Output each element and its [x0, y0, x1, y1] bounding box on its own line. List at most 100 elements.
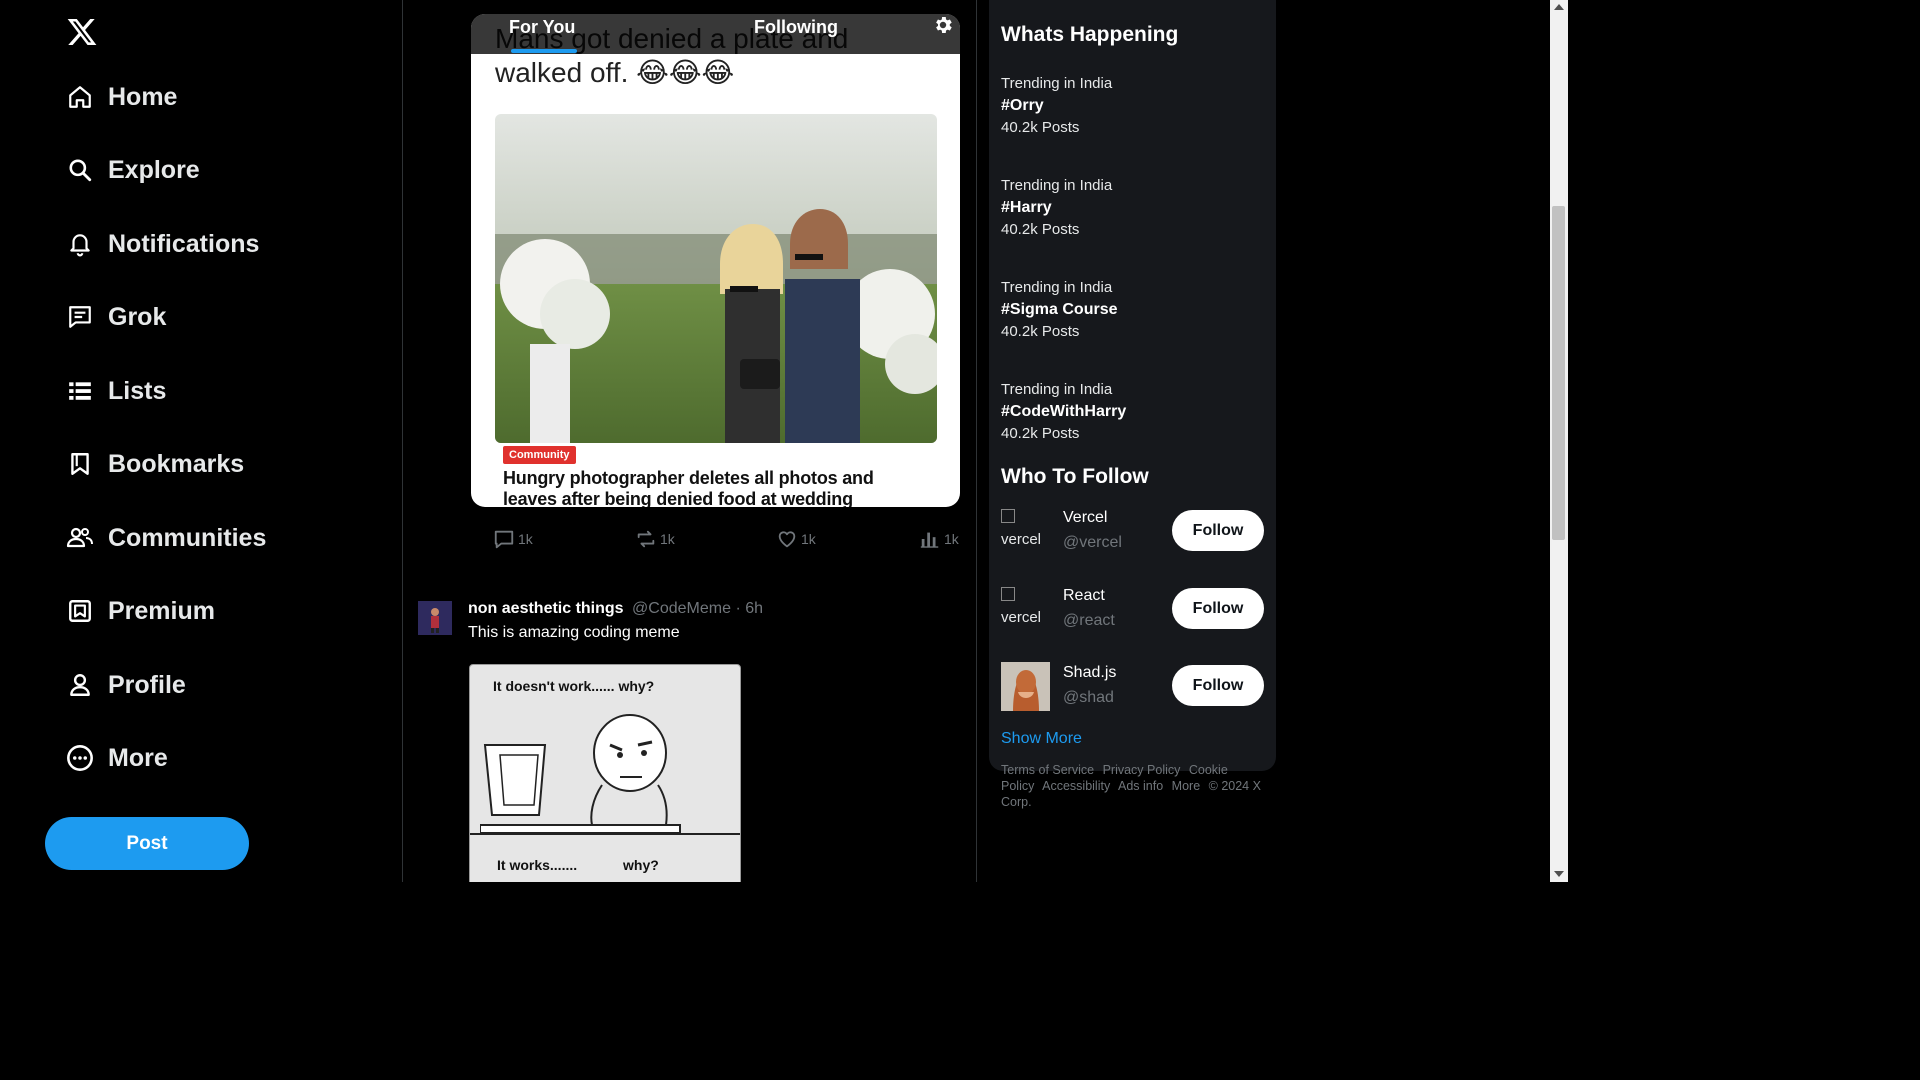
footer-link-ads[interactable]: Ads info [1118, 779, 1163, 793]
people-icon [66, 524, 94, 552]
post-photo[interactable] [495, 114, 937, 443]
footer-link-accessibility[interactable]: Accessibility [1042, 779, 1110, 793]
meme-text-bottom-left: It works....... [497, 857, 578, 873]
like-count: 1k [801, 531, 816, 547]
message-icon [66, 303, 94, 331]
scroll-down-arrow-icon[interactable] [1554, 871, 1564, 877]
tweet-header: non aesthetic things @CodeMeme · 6h [468, 600, 763, 618]
follow-suggestion[interactable]: Shad.js @shad Follow [1001, 662, 1264, 712]
author-handle[interactable]: @CodeMeme [632, 600, 731, 617]
trend-context: Trending in India [1001, 75, 1113, 92]
show-more-link[interactable]: Show More [1001, 730, 1082, 748]
avatar[interactable]: vercel [1001, 507, 1050, 556]
trend-count: 40.2k Posts [1001, 221, 1080, 238]
trend-context: Trending in India [1001, 177, 1113, 194]
follow-suggestion[interactable]: vercel React @react Follow [1001, 585, 1264, 635]
avatar[interactable] [418, 601, 452, 635]
post-button[interactable]: Post [45, 817, 249, 870]
nav-premium[interactable]: Premium [66, 591, 215, 631]
suggestion-name[interactable]: Vercel [1063, 509, 1107, 527]
trending-title: Whats Happening [1001, 23, 1179, 46]
category-chip: Community [503, 446, 576, 464]
tab-following[interactable]: Following [754, 17, 838, 38]
trend-item[interactable]: Trending in India #CodeWithHarry 40.2k P… [1001, 379, 1261, 445]
more-circle-icon [66, 744, 94, 772]
trend-item[interactable]: Trending in India #Harry 40.2k Posts [1001, 175, 1261, 241]
x-logo-icon[interactable] [66, 16, 98, 48]
tweet-text: This is amazing coding meme [468, 624, 680, 641]
left-navigation: Home Explore Notifications Grok Lists Bo… [0, 0, 402, 882]
meme-text-top: It doesn't work...... why? [493, 678, 655, 694]
nav-label: Bookmarks [108, 449, 245, 478]
views-button[interactable]: 1k [919, 528, 959, 550]
nav-home[interactable]: Home [66, 77, 177, 117]
suggestion-handle[interactable]: @react [1063, 612, 1115, 630]
follow-button[interactable]: Follow [1172, 665, 1264, 706]
nav-label: Premium [108, 596, 215, 625]
nav-grok[interactable]: Grok [66, 297, 166, 337]
nav-label: Communities [108, 523, 267, 552]
tab-for-you[interactable]: For You [509, 17, 575, 38]
trend-item[interactable]: Trending in India #Orry 40.2k Posts [1001, 73, 1261, 139]
nav-more[interactable]: More [66, 738, 168, 778]
follow-button[interactable]: Follow [1172, 510, 1264, 551]
reply-count: 1k [518, 531, 533, 547]
footer-link-privacy[interactable]: Privacy Policy [1103, 763, 1181, 777]
premium-icon [66, 597, 94, 625]
tweet-time[interactable]: 6h [745, 600, 763, 617]
avatar-alt-text: vercel [1001, 531, 1042, 548]
nav-label: Home [108, 82, 178, 111]
trend-tag: #Sigma Course [1001, 301, 1118, 318]
post-media-card[interactable]: Mans got denied a plate and walked off. … [471, 14, 960, 507]
right-sidebar: Whats Happening Trending in India #Orry … [989, 0, 1276, 771]
suggestion-name[interactable]: React [1063, 587, 1105, 605]
trend-count: 40.2k Posts [1001, 119, 1080, 136]
like-button[interactable]: 1k [776, 528, 816, 550]
nav-label: Lists [108, 376, 167, 405]
suggestion-handle[interactable]: @shad [1063, 689, 1114, 707]
follow-suggestion[interactable]: vercel Vercel @vercel Follow [1001, 507, 1264, 557]
nav-bookmarks[interactable]: Bookmarks [66, 444, 244, 484]
footer-link-terms[interactable]: Terms of Service [1001, 763, 1094, 777]
meme-text-bottom-right: why? [623, 857, 659, 873]
repost-button[interactable]: 1k [635, 528, 675, 550]
trend-tag: #Harry [1001, 199, 1052, 216]
avatar-alt-text: vercel [1001, 609, 1042, 626]
footer-link-more[interactable]: More [1172, 779, 1200, 793]
suggestion-handle[interactable]: @vercel [1063, 534, 1122, 552]
nav-communities[interactable]: Communities [66, 518, 266, 558]
avatar[interactable]: vercel [1001, 585, 1050, 634]
broken-image-icon [1001, 587, 1015, 601]
avatar[interactable] [1001, 662, 1050, 711]
scroll-up-arrow-icon[interactable] [1554, 4, 1564, 10]
trend-tag: #CodeWithHarry [1001, 403, 1127, 420]
trend-context: Trending in India [1001, 279, 1113, 296]
nav-profile[interactable]: Profile [66, 665, 186, 705]
trend-tag: #Orry [1001, 97, 1044, 114]
footer-links: Terms of Service Privacy Policy Cookie P… [1001, 762, 1263, 810]
home-icon [66, 83, 94, 111]
post-actions: 1k 1k 1k 1k [493, 528, 968, 552]
nav-label: Explore [108, 155, 200, 184]
nav-lists[interactable]: Lists [66, 371, 166, 411]
trend-count: 40.2k Posts [1001, 425, 1080, 442]
feed-tabs: For You Following [471, 14, 960, 54]
trend-item[interactable]: Trending in India #Sigma Course 40.2k Po… [1001, 277, 1261, 343]
follow-button[interactable]: Follow [1172, 588, 1264, 629]
reply-button[interactable]: 1k [493, 528, 533, 550]
nav-explore[interactable]: Explore [66, 150, 200, 190]
nav-label: More [108, 743, 168, 772]
meta-separator: · [735, 600, 741, 617]
trend-context: Trending in India [1001, 381, 1113, 398]
scrollbar-thumb[interactable] [1552, 206, 1565, 540]
suggestion-name[interactable]: Shad.js [1063, 664, 1116, 682]
gear-icon[interactable] [932, 14, 954, 36]
nav-notifications[interactable]: Notifications [66, 224, 259, 264]
tweet-image[interactable]: It doesn't work...... why? It works.....… [469, 664, 741, 882]
person-icon [66, 671, 94, 699]
reply-icon [494, 530, 514, 549]
author-name[interactable]: non aesthetic things [468, 600, 624, 617]
views-count: 1k [944, 531, 959, 547]
bell-icon [66, 230, 94, 258]
bar-chart-icon [920, 532, 939, 548]
